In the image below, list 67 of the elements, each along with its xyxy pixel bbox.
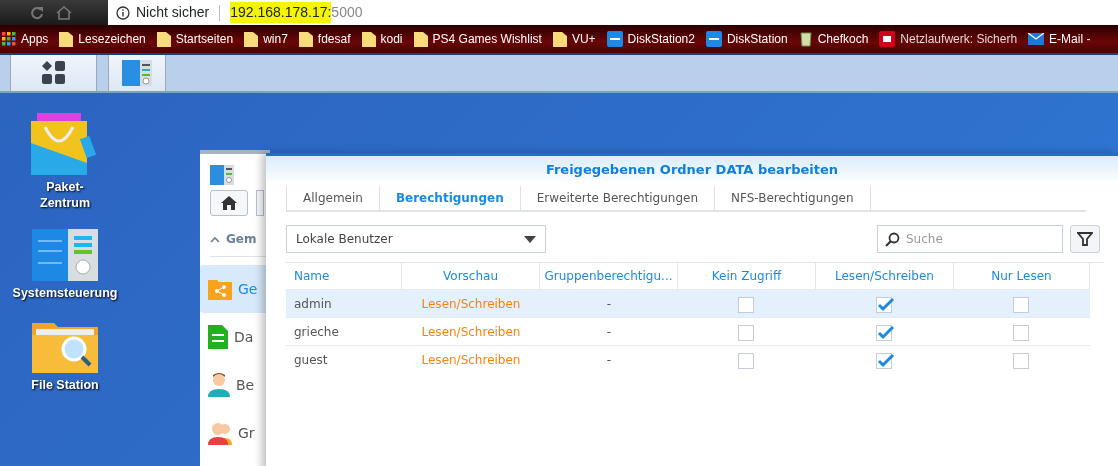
desktop-icon-label[interactable]: File Station: [31, 377, 99, 393]
bookmark-link[interactable]: Lesezeichen: [59, 30, 146, 48]
control-panel-icon[interactable]: [32, 229, 98, 281]
users-icon: [208, 421, 232, 445]
dialog-title: Freigegebenen Ordner DATA bearbeiten: [266, 156, 1118, 184]
table-row[interactable]: admin Lesen/Schreiben -: [286, 289, 1090, 317]
user-icon: [208, 373, 230, 397]
bookmark-link[interactable]: win7: [244, 30, 288, 48]
table-cell-text: -: [606, 323, 612, 341]
folder-icon: [361, 31, 376, 47]
table-cell-text: -: [606, 351, 612, 369]
search-field[interactable]: Suche: [877, 225, 1063, 253]
folder-icon: [59, 31, 74, 47]
bookmark-link[interactable]: DiskStation2: [606, 30, 695, 48]
envelope-icon: [1028, 33, 1045, 45]
folder-icon: [552, 31, 567, 47]
desktop-icon-label[interactable]: Paket-Zentrum: [25, 179, 105, 211]
caret-icon: [524, 235, 536, 243]
tab[interactable]: Erweiterte Berechtigungen: [519, 186, 714, 210]
tab[interactable]: Allgemein: [286, 186, 379, 210]
bookmark-link[interactable]: Chefkoch: [798, 30, 869, 48]
folder-icon: [413, 31, 428, 47]
home-icon: [221, 196, 237, 210]
bookmark-link[interactable]: E-Mail -: [1028, 30, 1091, 48]
filter-button[interactable]: [1070, 225, 1100, 253]
desktop-icon-label[interactable]: Systemsteuerung: [12, 285, 118, 301]
table-cell-text: Lesen/Schreiben: [421, 351, 521, 369]
main-menu-button[interactable]: [10, 55, 97, 91]
bookmark-link[interactable]: DiskStation: [705, 30, 788, 48]
table-cell-text: Lesen/Schreiben: [421, 295, 521, 313]
table-row[interactable]: guest Lesen/Schreiben -: [286, 345, 1090, 373]
grid-icon: [40, 60, 67, 86]
chevron-up-icon: [210, 235, 220, 243]
sidebar-item[interactable]: Da: [200, 313, 270, 361]
security-label: Nicht sicher: [136, 3, 210, 22]
folder-icon: [156, 31, 171, 47]
table-cell-text: grieche: [294, 323, 339, 341]
tab[interactable]: Berechtigungen: [378, 186, 520, 210]
filter-icon: [1077, 231, 1093, 247]
table-row[interactable]: grieche Lesen/Schreiben -: [286, 317, 1090, 345]
table-cell-text: Lesen/Schreiben: [421, 323, 521, 341]
search-icon: [885, 232, 900, 247]
reload-icon[interactable]: [30, 5, 44, 20]
bookmark-link[interactable]: Apps: [2, 30, 49, 48]
toolbar-button[interactable]: [256, 190, 264, 216]
bookmark-link[interactable]: fdesaf: [298, 30, 351, 48]
control-panel-taskbar-button[interactable]: [108, 55, 166, 91]
table-cell-text: guest: [294, 351, 328, 369]
table-cell-text: -: [606, 295, 612, 313]
bookmark-link[interactable]: Netzlaufwerk: Sicherh: [879, 30, 1018, 48]
bookmark-link[interactable]: PS4 Games Wishlist: [413, 30, 542, 48]
sidebar-item[interactable]: Be: [200, 361, 270, 409]
tab[interactable]: NFS-Berechtigungen: [714, 186, 871, 210]
control-panel-icon: [121, 59, 153, 87]
shared-folder-icon: [208, 278, 232, 300]
home-button[interactable]: [210, 190, 248, 216]
table-cell-text: admin: [294, 295, 332, 313]
bookmark-link[interactable]: Startseiten: [156, 30, 234, 48]
apps-grid-icon: [2, 32, 16, 46]
bookmark-link[interactable]: VU+: [552, 30, 596, 48]
bookmark-link[interactable]: kodi: [361, 30, 403, 48]
folder-icon: [298, 31, 313, 47]
folder-icon: [244, 31, 259, 47]
user-type-dropdown[interactable]: Lokale Benutzer: [286, 225, 546, 253]
home-icon[interactable]: [56, 5, 72, 20]
info-icon[interactable]: [116, 5, 130, 20]
control-panel-icon: [210, 164, 234, 185]
